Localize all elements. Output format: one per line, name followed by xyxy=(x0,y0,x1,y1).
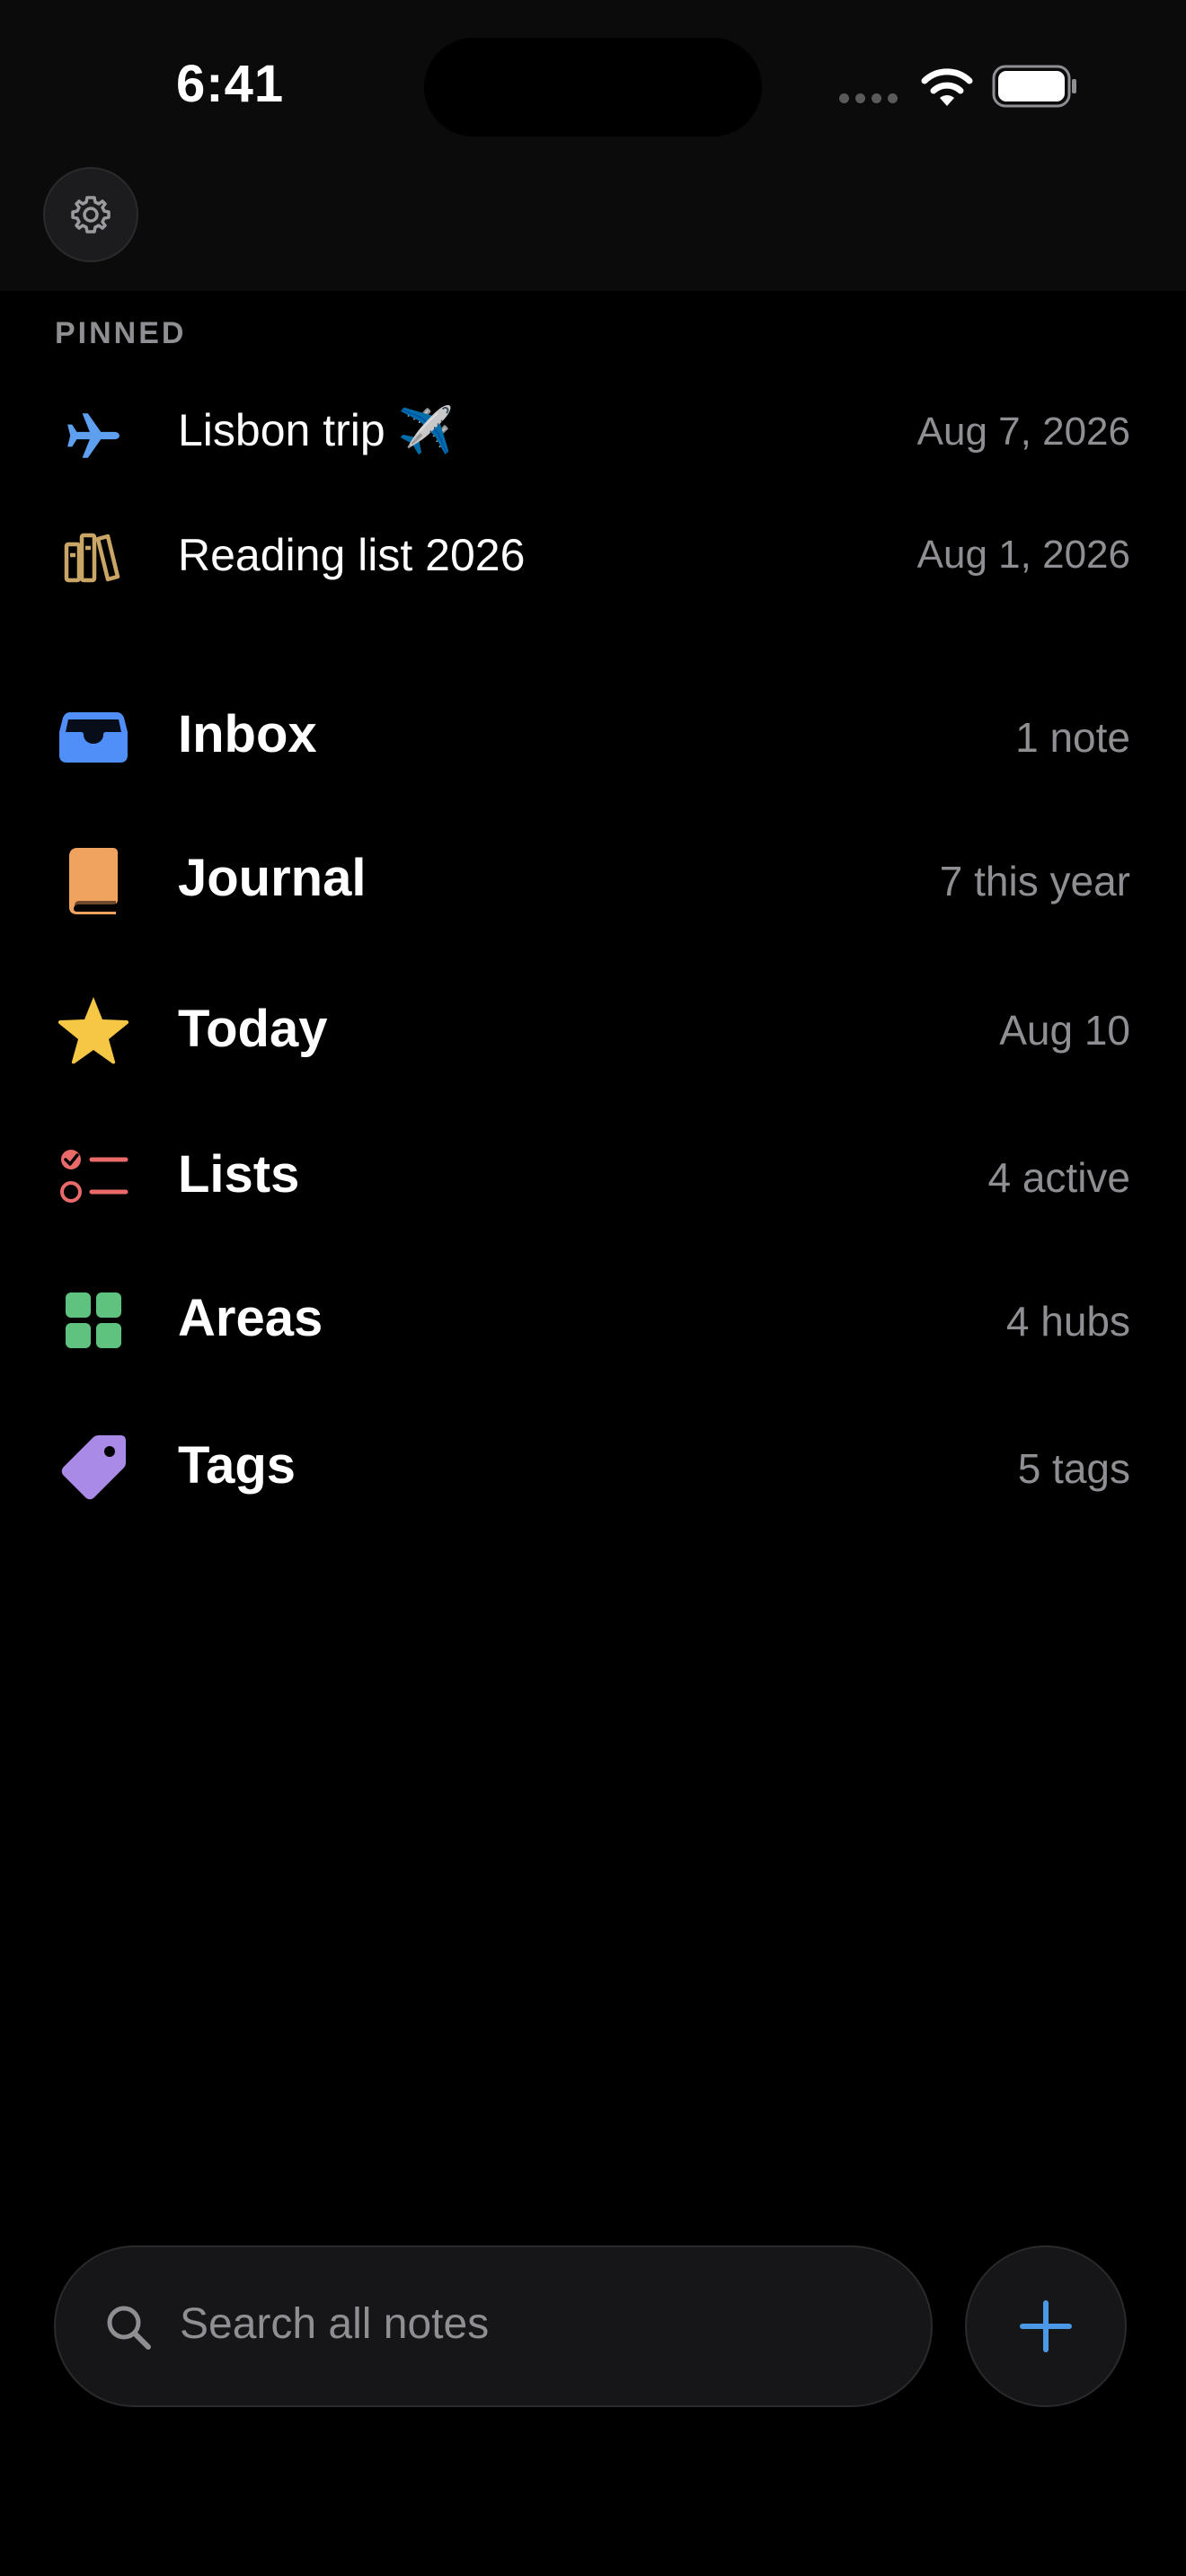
nav-item-meta: 7 this year xyxy=(939,858,1130,904)
pinned-item-title: Lisbon trip ✈️ xyxy=(178,405,454,455)
grid-squares-icon xyxy=(56,1283,131,1358)
pinned-item-date: Aug 7, 2026 xyxy=(916,410,1130,454)
nav-item-journal[interactable]: Journal 7 this year xyxy=(0,835,1186,925)
nav-item-today[interactable]: Today Aug 10 xyxy=(0,984,1186,1074)
star-icon xyxy=(56,992,131,1067)
checklist-icon xyxy=(56,1139,131,1214)
inbox-tray-icon xyxy=(56,699,131,774)
pinned-item-reading-list[interactable]: Reading list 2026 Aug 1, 2026 xyxy=(0,516,1186,597)
journal-book-icon xyxy=(56,842,131,918)
tag-icon xyxy=(56,1430,131,1505)
wifi-icon xyxy=(921,68,973,106)
pinned-item-date: Aug 1, 2026 xyxy=(916,533,1130,577)
nav-item-label: Areas xyxy=(178,1289,323,1347)
top-header: 6:41 xyxy=(0,0,1186,291)
nav-item-label: Inbox xyxy=(178,705,317,763)
books-icon xyxy=(56,519,131,595)
nav-item-label: Today xyxy=(178,1000,328,1058)
gear-icon xyxy=(71,196,111,234)
nav-item-meta: Aug 10 xyxy=(999,1007,1130,1054)
search-icon xyxy=(107,2306,151,2350)
status-time: 6:41 xyxy=(176,55,285,113)
settings-button[interactable] xyxy=(43,167,138,262)
dynamic-island xyxy=(424,38,762,137)
pinned-section-label: PINNED xyxy=(55,316,187,350)
nav-item-tags[interactable]: Tags 5 tags xyxy=(0,1423,1186,1513)
nav-item-meta: 1 note xyxy=(1015,714,1130,761)
pinned-item-lisbon-trip[interactable]: Lisbon trip ✈️ Aug 7, 2026 xyxy=(0,395,1186,476)
battery-icon xyxy=(992,65,1076,108)
nav-item-lists[interactable]: Lists 4 active xyxy=(0,1132,1186,1222)
airplane-icon xyxy=(56,398,131,473)
nav-item-meta: 5 tags xyxy=(1017,1445,1130,1492)
nav-item-label: Journal xyxy=(178,849,367,907)
search-bar[interactable]: Search all notes xyxy=(54,2245,933,2407)
plus-icon xyxy=(1020,2300,1072,2352)
nav-item-meta: 4 active xyxy=(987,1154,1130,1201)
pinned-item-title: Reading list 2026 xyxy=(178,530,526,580)
nav-item-areas[interactable]: Areas 4 hubs xyxy=(0,1275,1186,1365)
nav-item-inbox[interactable]: Inbox 1 note xyxy=(0,692,1186,781)
nav-item-label: Tags xyxy=(178,1436,296,1495)
nav-item-label: Lists xyxy=(178,1145,300,1204)
cellular-signal-icon xyxy=(839,93,898,103)
search-input-placeholder: Search all notes xyxy=(180,2300,490,2348)
nav-item-meta: 4 hubs xyxy=(1005,1298,1130,1345)
add-note-button[interactable] xyxy=(965,2245,1127,2407)
